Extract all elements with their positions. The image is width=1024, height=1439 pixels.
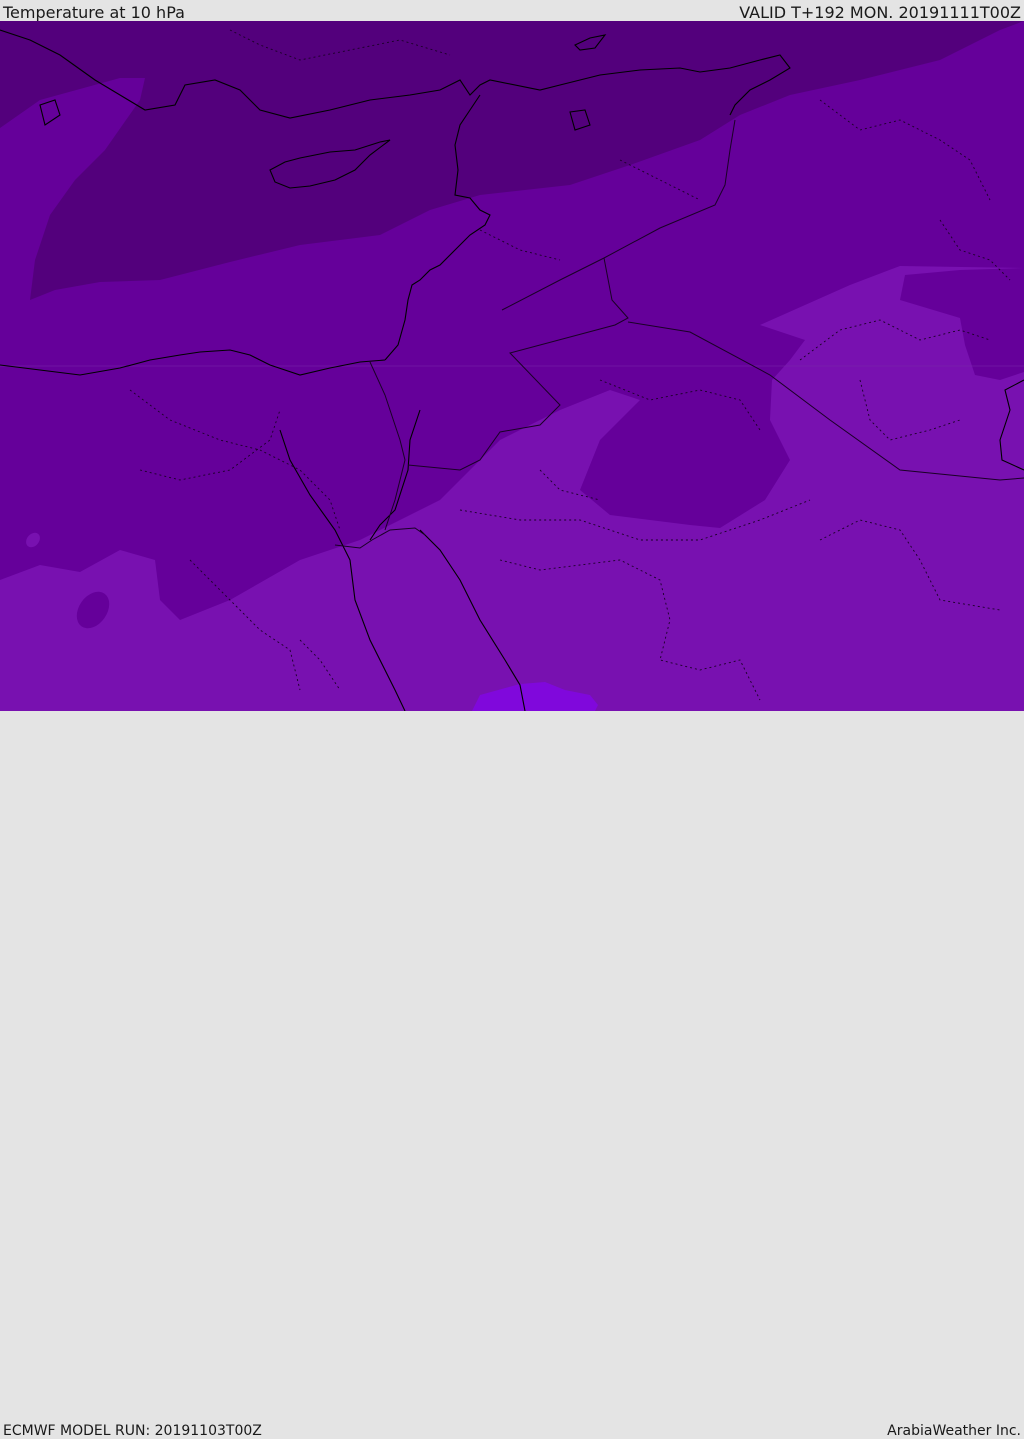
footer-bar: ECMWF MODEL RUN: 20191103T00Z ArabiaWeat…	[0, 711, 1024, 1438]
credit-text: ArabiaWeather Inc.	[887, 1423, 1021, 1439]
header-bar: Temperature at 10 hPa VALID T+192 MON. 2…	[0, 0, 1024, 21]
map-title: Temperature at 10 hPa	[3, 3, 185, 22]
valid-time: VALID T+192 MON. 20191111T00Z	[739, 3, 1021, 22]
map-panel[interactable]	[0, 21, 1024, 711]
temperature-map[interactable]	[0, 21, 1024, 711]
model-run: ECMWF MODEL RUN: 20191103T00Z	[3, 1423, 262, 1439]
